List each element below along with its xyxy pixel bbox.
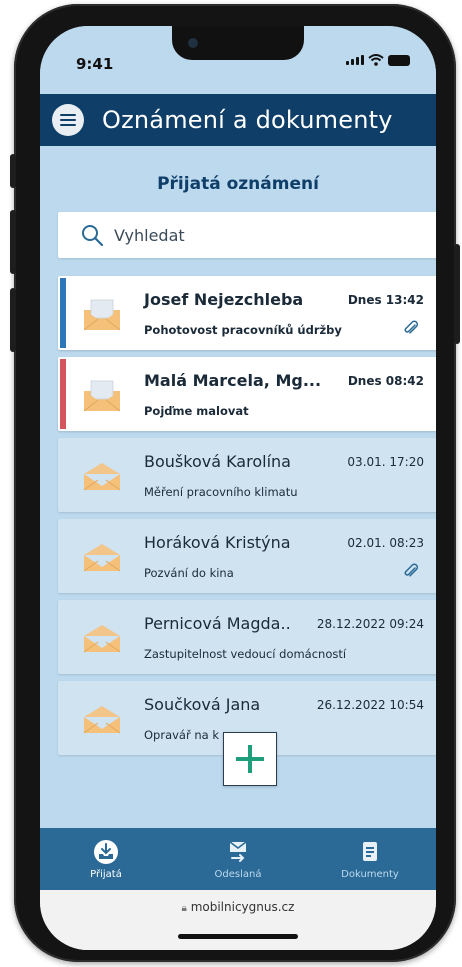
signal-icon	[346, 55, 364, 65]
power-button	[454, 244, 460, 344]
message-card[interactable]: Boušková Karolína 03.01. 17:20 Měření prac…	[58, 438, 436, 512]
nav-label-received: Přijatá	[90, 868, 122, 880]
new-message-button[interactable]	[223, 732, 277, 786]
message-subject: Zastupitelnost vedoucí domácností	[144, 647, 347, 661]
nav-label-documents: Dokumenty	[341, 868, 399, 880]
send-envelope-icon	[229, 840, 247, 862]
nav-tab-sent[interactable]: Odeslaná	[172, 828, 304, 890]
envelope-icon	[83, 544, 121, 572]
message-list: Josef Nejezchleba Dnes 13:42 Pohotovost pr…	[58, 276, 436, 762]
lock-icon: 🔒︎	[181, 903, 187, 914]
app-bar: Oznámení a dokumenty	[40, 94, 436, 146]
message-sender: Pernicová Magda..	[144, 614, 291, 633]
message-datetime: 02.01. 08:23	[347, 536, 424, 550]
message-sender: Josef Nejezchleba	[144, 290, 304, 309]
document-icon	[363, 841, 377, 861]
message-datetime: 26.12.2022 10:54	[316, 698, 424, 712]
message-subject: Pohotovost pracovníků údržby	[144, 323, 342, 337]
url-label: mobilnicygnus.cz	[190, 900, 295, 914]
volume-down-button	[10, 288, 16, 352]
bottom-nav: Přijatá Odeslaná Dokumenty	[40, 828, 436, 890]
status-time: 9:41	[76, 55, 114, 73]
battery-icon	[388, 54, 410, 66]
plus-icon	[236, 745, 264, 773]
attachment-icon	[404, 320, 419, 334]
message-sender: Boušková Karolína	[144, 452, 291, 471]
phone-screen: 9:41 Oznámení a dokumenty Přijatá oznáme…	[40, 26, 436, 950]
message-datetime: 03.01. 17:20	[347, 455, 424, 469]
search-bar[interactable]	[58, 212, 436, 258]
message-datetime: 28.12.2022 09:24	[316, 617, 424, 631]
home-indicator[interactable]	[178, 934, 298, 939]
envelope-open-icon	[83, 380, 121, 412]
message-sender: Malá Marcela, Mg...	[144, 371, 322, 390]
unread-stripe	[60, 359, 66, 429]
status-icons	[346, 54, 410, 66]
inbox-download-icon	[94, 839, 118, 864]
message-sender: Horáková Kristýna	[144, 533, 291, 552]
message-card[interactable]: Josef Nejezchleba Dnes 13:42 Pohotovost pr…	[58, 276, 436, 350]
app-title: Oznámení a dokumenty	[102, 106, 393, 134]
envelope-open-icon	[83, 299, 121, 331]
nav-tab-received[interactable]: Přijatá	[40, 828, 172, 890]
nav-label-sent: Odeslaná	[214, 868, 262, 880]
attachment-icon	[404, 563, 419, 577]
envelope-icon	[83, 625, 121, 653]
envelope-icon	[83, 463, 121, 491]
search-input[interactable]	[114, 225, 414, 245]
message-subject: Opravář na k	[144, 728, 220, 742]
url-text: 🔒︎ mobilnicygnus.cz	[40, 900, 436, 914]
envelope-icon	[83, 706, 121, 734]
wifi-icon	[368, 54, 384, 66]
volume-up-button	[10, 210, 16, 274]
message-datetime: Dnes 13:42	[347, 293, 424, 307]
message-subject: Pojďme malovat	[144, 404, 249, 418]
search-icon	[82, 225, 104, 247]
section-title: Přijatá oznámení	[157, 174, 319, 194]
camera	[188, 38, 198, 48]
message-card[interactable]: Pernicová Magda.. 28.12.2022 09:24 Zastupi…	[58, 600, 436, 674]
message-subject: Měření pracovního klimatu	[144, 485, 298, 499]
hamburger-menu-icon[interactable]	[52, 104, 84, 136]
message-subject: Pozvání do kina	[144, 566, 234, 580]
message-card[interactable]: Malá Marcela, Mg... Dnes 08:42 Pojďme malo…	[58, 357, 436, 431]
nav-tab-documents[interactable]: Dokumenty	[304, 828, 436, 890]
message-datetime: Dnes 08:42	[347, 374, 424, 388]
unread-stripe	[60, 278, 66, 348]
mute-switch	[10, 154, 16, 188]
browser-url-bar[interactable]: 🔒︎ mobilnicygnus.cz	[40, 890, 436, 950]
message-sender: Součková Jana	[144, 695, 261, 714]
message-card[interactable]: Horáková Kristýna 02.01. 08:23 Pozvání do …	[58, 519, 436, 593]
